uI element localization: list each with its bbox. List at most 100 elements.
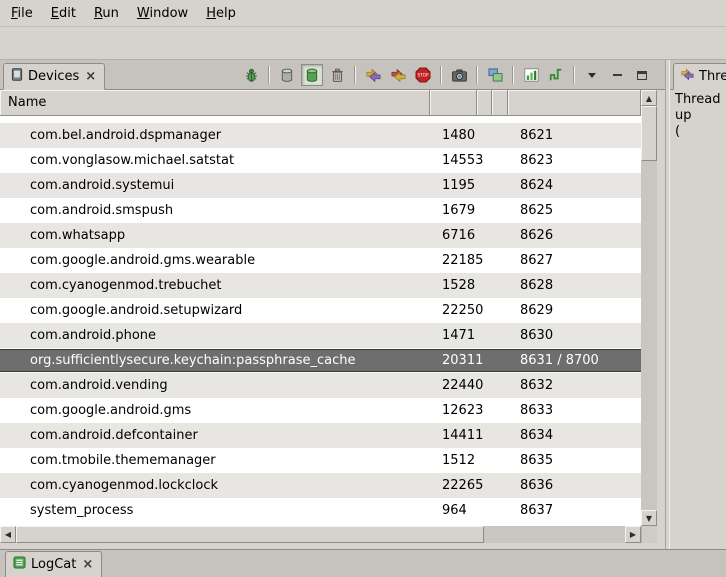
toolbar-separator: [573, 66, 575, 84]
table-row[interactable]: com.bel.android.dspmanager 1480 8621: [0, 123, 641, 148]
vertical-scroll-thumb[interactable]: [641, 106, 657, 161]
port-cell: 8632: [508, 378, 641, 393]
pid-cell: 22185: [430, 253, 477, 268]
process-name-cell: com.android.systemui: [0, 178, 430, 193]
table-row[interactable]: com.whatsapp 6716 8626: [0, 223, 641, 248]
port-cell: 8636: [508, 478, 641, 493]
scroll-up-icon[interactable]: ▲: [641, 90, 657, 106]
menu-bar: FileEditRunWindowHelp: [0, 0, 726, 27]
ddms-window: FileEditRunWindowHelp Devices ×: [0, 0, 726, 577]
stop-process-icon[interactable]: STOP: [412, 64, 434, 86]
menu-run[interactable]: Run: [85, 2, 128, 25]
tab-threads-label: Threa: [699, 69, 726, 84]
toolbar-separator: [354, 66, 356, 84]
pid-cell: 1528: [430, 278, 477, 293]
port-cell: 8635: [508, 453, 641, 468]
table-row[interactable]: com.google.android.gms.wearable 22185 86…: [0, 248, 641, 273]
close-icon[interactable]: ×: [84, 70, 97, 83]
column-header-port[interactable]: [508, 90, 641, 116]
menu-window[interactable]: Window: [128, 2, 197, 25]
process-name-cell: com.google.android.setupwizard: [0, 303, 430, 318]
process-name-cell: com.vonglasow.michael.satstat: [0, 153, 430, 168]
horizontal-scroll-thumb[interactable]: [16, 526, 484, 543]
port-cell: 8621: [508, 128, 641, 143]
table-row[interactable]: com.android.defcontainer 14411 8634: [0, 423, 641, 448]
minimize-icon[interactable]: [606, 64, 628, 86]
table-row[interactable]: com.vonglasow.michael.satstat 14553 8623: [0, 148, 641, 173]
menu-edit[interactable]: Edit: [42, 2, 85, 25]
pid-cell: 6716: [430, 228, 477, 243]
table-row[interactable]: com.google.android.setupwizard 22250 862…: [0, 298, 641, 323]
port-cell: 8633: [508, 403, 641, 418]
devices-toolbar: STOP: [240, 63, 653, 87]
table-row[interactable]: com.android.phone 1471 8630: [0, 323, 641, 348]
table-row[interactable]: com.cyanogenmod.lockclock 22265 8636: [0, 473, 641, 498]
threads-message: Thread up (: [670, 90, 726, 549]
hierarchy-view-icon[interactable]: [484, 64, 506, 86]
process-name-cell: com.android.defcontainer: [0, 428, 430, 443]
port-cell: 8623: [508, 153, 641, 168]
process-name-cell: com.tmobile.thememanager: [0, 453, 430, 468]
port-cell: 8637: [508, 503, 641, 518]
column-header-debug[interactable]: [492, 90, 508, 116]
table-row[interactable]: com.android.systemui 1195 8624: [0, 173, 641, 198]
main-area: Devices ×: [0, 60, 726, 549]
pid-cell: 20311: [430, 353, 477, 368]
method-profiling-icon[interactable]: [520, 64, 542, 86]
table-row[interactable]: com.cyanogenmod.trebuchet 1528 8628: [0, 273, 641, 298]
cause-gc-icon[interactable]: [326, 64, 348, 86]
close-icon[interactable]: ×: [81, 558, 94, 571]
pid-cell: 1480: [430, 128, 477, 143]
process-name-cell: com.android.smspush: [0, 203, 430, 218]
column-header-status[interactable]: [477, 90, 492, 116]
tab-devices-label: Devices: [28, 69, 79, 84]
horizontal-scrollbar[interactable]: ◀ ▶: [0, 526, 641, 543]
device-table-body: com.bel.android.dspmanager 1480 8621 com…: [0, 116, 641, 526]
tracing-icon[interactable]: [545, 64, 567, 86]
port-cell: 8631 / 8700: [508, 353, 641, 368]
menu-help[interactable]: Help: [197, 2, 245, 25]
table-row[interactable]: com.google.android.gms 12623 8633: [0, 398, 641, 423]
tab-devices[interactable]: Devices ×: [3, 63, 105, 90]
process-name-cell: org.sufficientlysecure.keychain:passphra…: [0, 353, 430, 368]
port-cell: 8630: [508, 328, 641, 343]
pid-cell: 964: [430, 503, 477, 518]
process-name-cell: com.google.android.gms.wearable: [0, 253, 430, 268]
table-row[interactable]: system_process 964 8637: [0, 498, 641, 523]
table-row[interactable]: org.sufficientlysecure.keychain:passphra…: [0, 348, 641, 373]
pid-cell: 14553: [430, 153, 477, 168]
menu-file[interactable]: File: [2, 2, 42, 25]
table-row[interactable]: com.android.vending 22440 8632: [0, 373, 641, 398]
update-threads-icon[interactable]: [362, 64, 384, 86]
toolbar-separator: [476, 66, 478, 84]
scroll-down-icon[interactable]: ▼: [641, 510, 657, 526]
threads-message-line1: Thread up: [675, 92, 726, 124]
threads-tabbar: Threa: [670, 60, 726, 90]
scroll-left-icon[interactable]: ◀: [0, 526, 16, 543]
stop-threads-icon[interactable]: [387, 64, 409, 86]
column-header-pid[interactable]: [430, 90, 477, 116]
port-cell: 8626: [508, 228, 641, 243]
debug-process-icon[interactable]: [240, 64, 262, 86]
tab-threads[interactable]: Threa: [673, 63, 726, 90]
view-menu-icon[interactable]: [581, 64, 603, 86]
scroll-right-icon[interactable]: ▶: [625, 526, 641, 543]
horizontal-scroll-track[interactable]: [16, 526, 625, 543]
column-header-name[interactable]: Name: [0, 90, 430, 116]
pid-cell: 22265: [430, 478, 477, 493]
table-row[interactable]: com.tmobile.thememanager 1512 8635: [0, 448, 641, 473]
vertical-scrollbar[interactable]: ▲ ▼: [641, 90, 657, 526]
table-row[interactable]: com.android.smspush 1679 8625: [0, 198, 641, 223]
tab-logcat-label: LogCat: [31, 557, 76, 572]
tab-logcat[interactable]: LogCat ×: [5, 551, 102, 577]
vertical-scroll-track[interactable]: [641, 106, 657, 510]
dump-hprof-icon[interactable]: [301, 64, 323, 86]
process-name-cell: com.android.phone: [0, 328, 430, 343]
maximize-icon[interactable]: [631, 64, 653, 86]
update-heap-icon[interactable]: [276, 64, 298, 86]
port-cell: 8625: [508, 203, 641, 218]
svg-text:STOP: STOP: [417, 73, 429, 78]
threads-message-line2: (: [675, 124, 726, 140]
port-cell: 8627: [508, 253, 641, 268]
screen-capture-icon[interactable]: [448, 64, 470, 86]
